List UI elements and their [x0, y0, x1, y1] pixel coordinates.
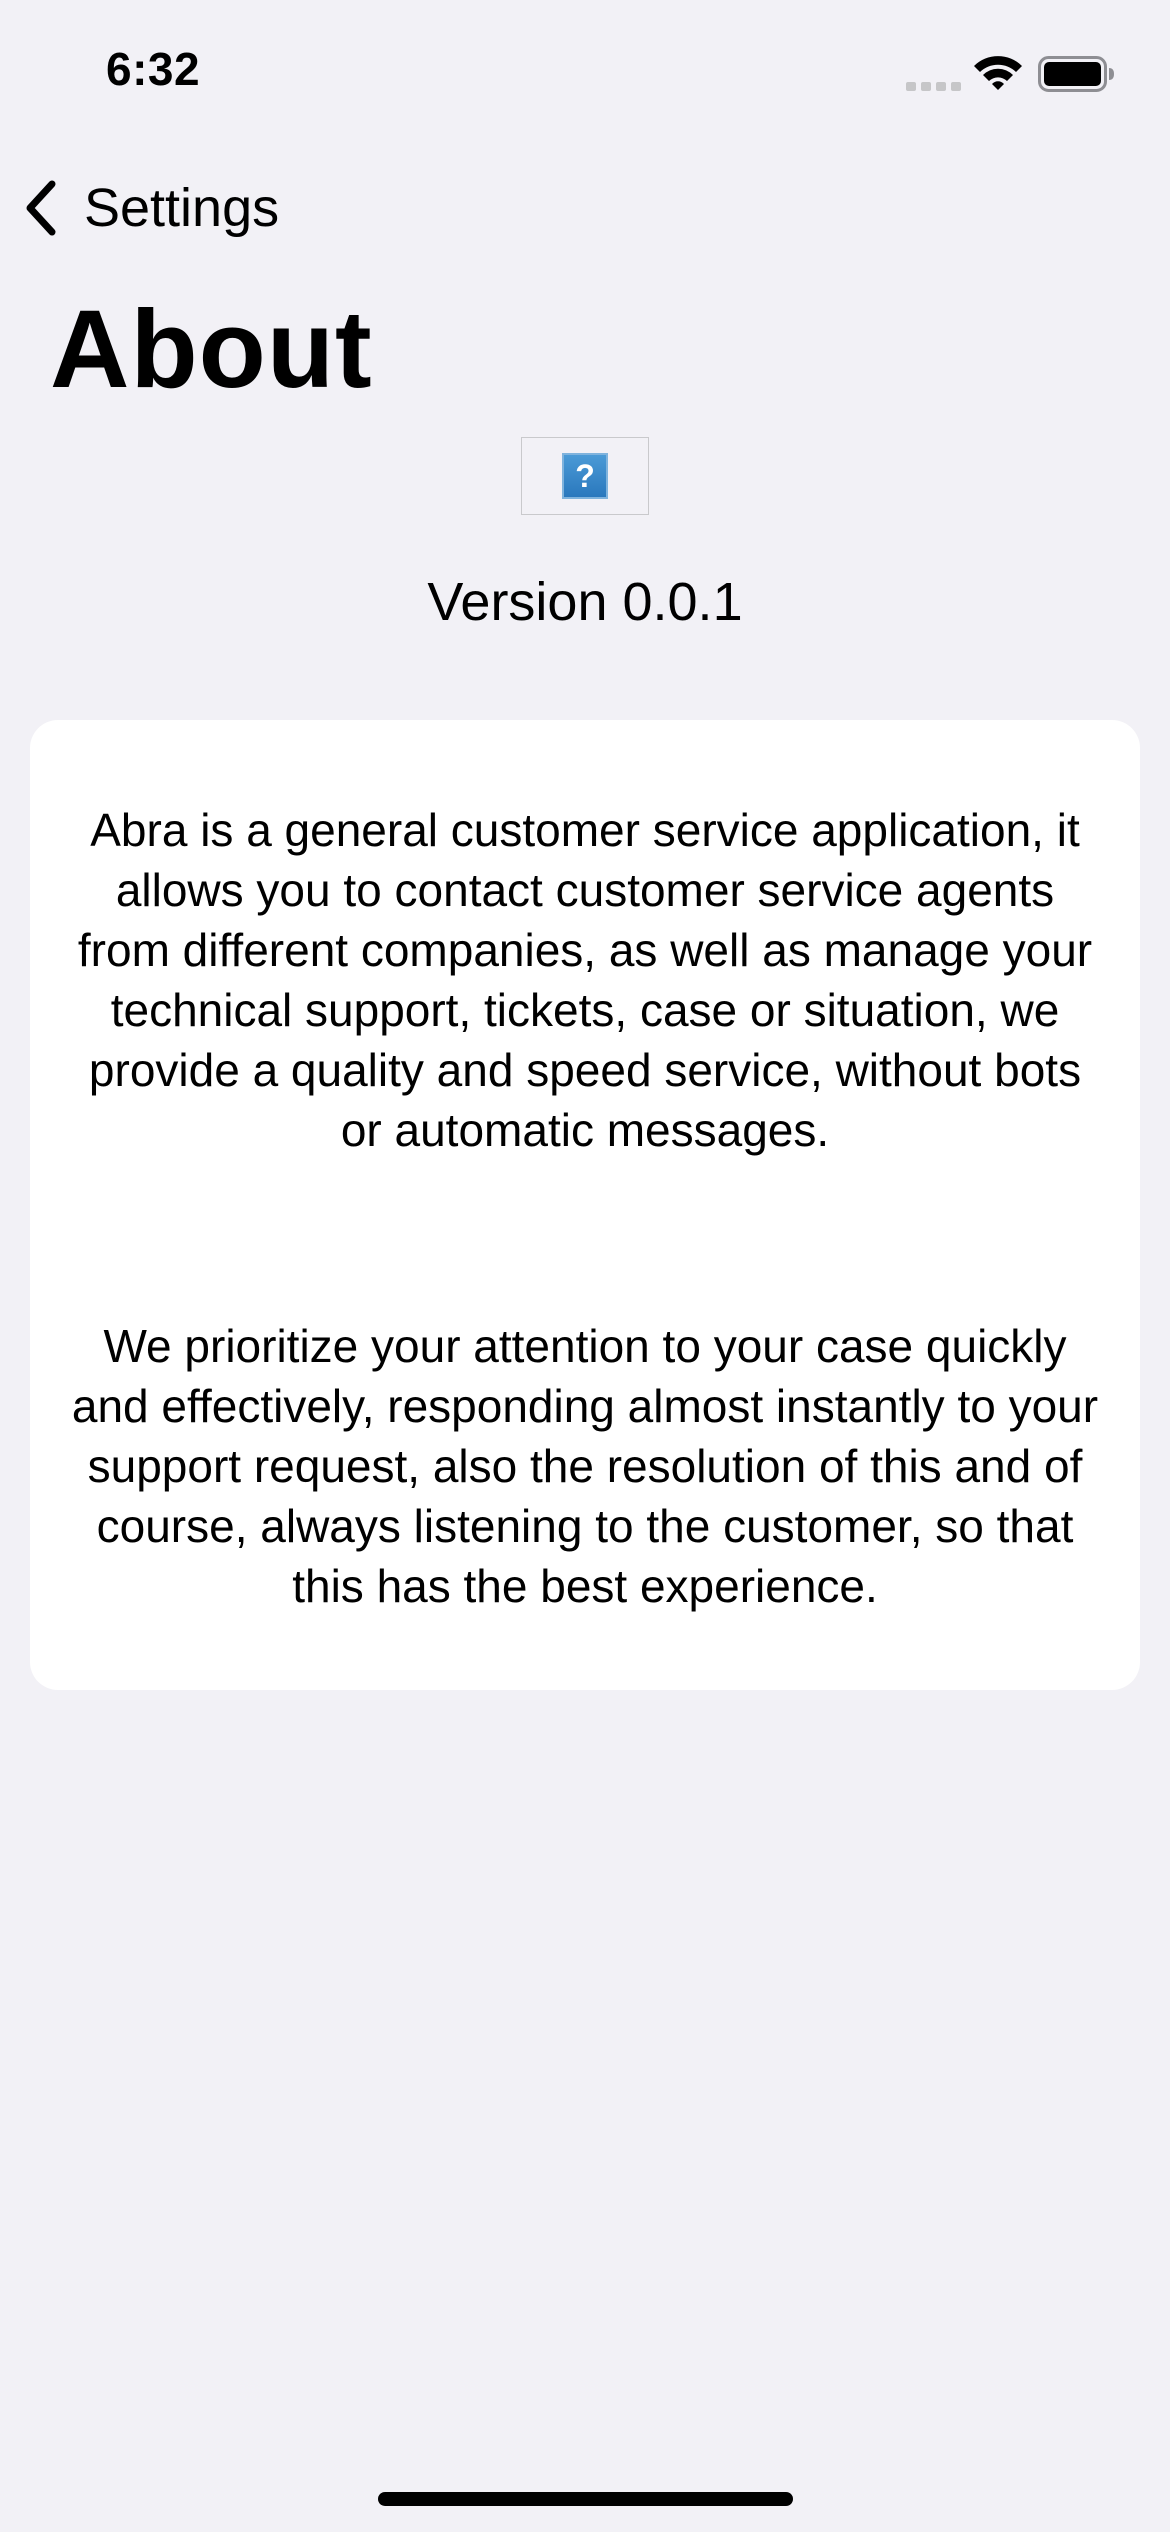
page-title: About	[50, 288, 373, 411]
back-button[interactable]: Settings	[20, 168, 279, 248]
about-paragraph-commitment: We prioritize your attention to your cas…	[71, 1320, 1099, 1612]
signal-icon	[906, 82, 961, 91]
home-indicator[interactable]	[378, 2492, 793, 2506]
app-logo: ?	[521, 437, 649, 515]
broken-image-icon: ?	[562, 453, 608, 499]
about-paragraph-intro: Abra is a general customer service appli…	[77, 804, 1093, 1156]
version-label: Version 0.0.1	[427, 572, 743, 632]
chevron-left-icon	[26, 180, 56, 236]
wifi-icon	[974, 56, 1022, 90]
back-button-label: Settings	[84, 178, 280, 238]
status-bar: 6:32	[0, 0, 1170, 150]
about-card: Abra is a general customer service appli…	[30, 720, 1140, 1690]
battery-icon	[1038, 56, 1114, 92]
status-time: 6:32	[106, 43, 201, 95]
